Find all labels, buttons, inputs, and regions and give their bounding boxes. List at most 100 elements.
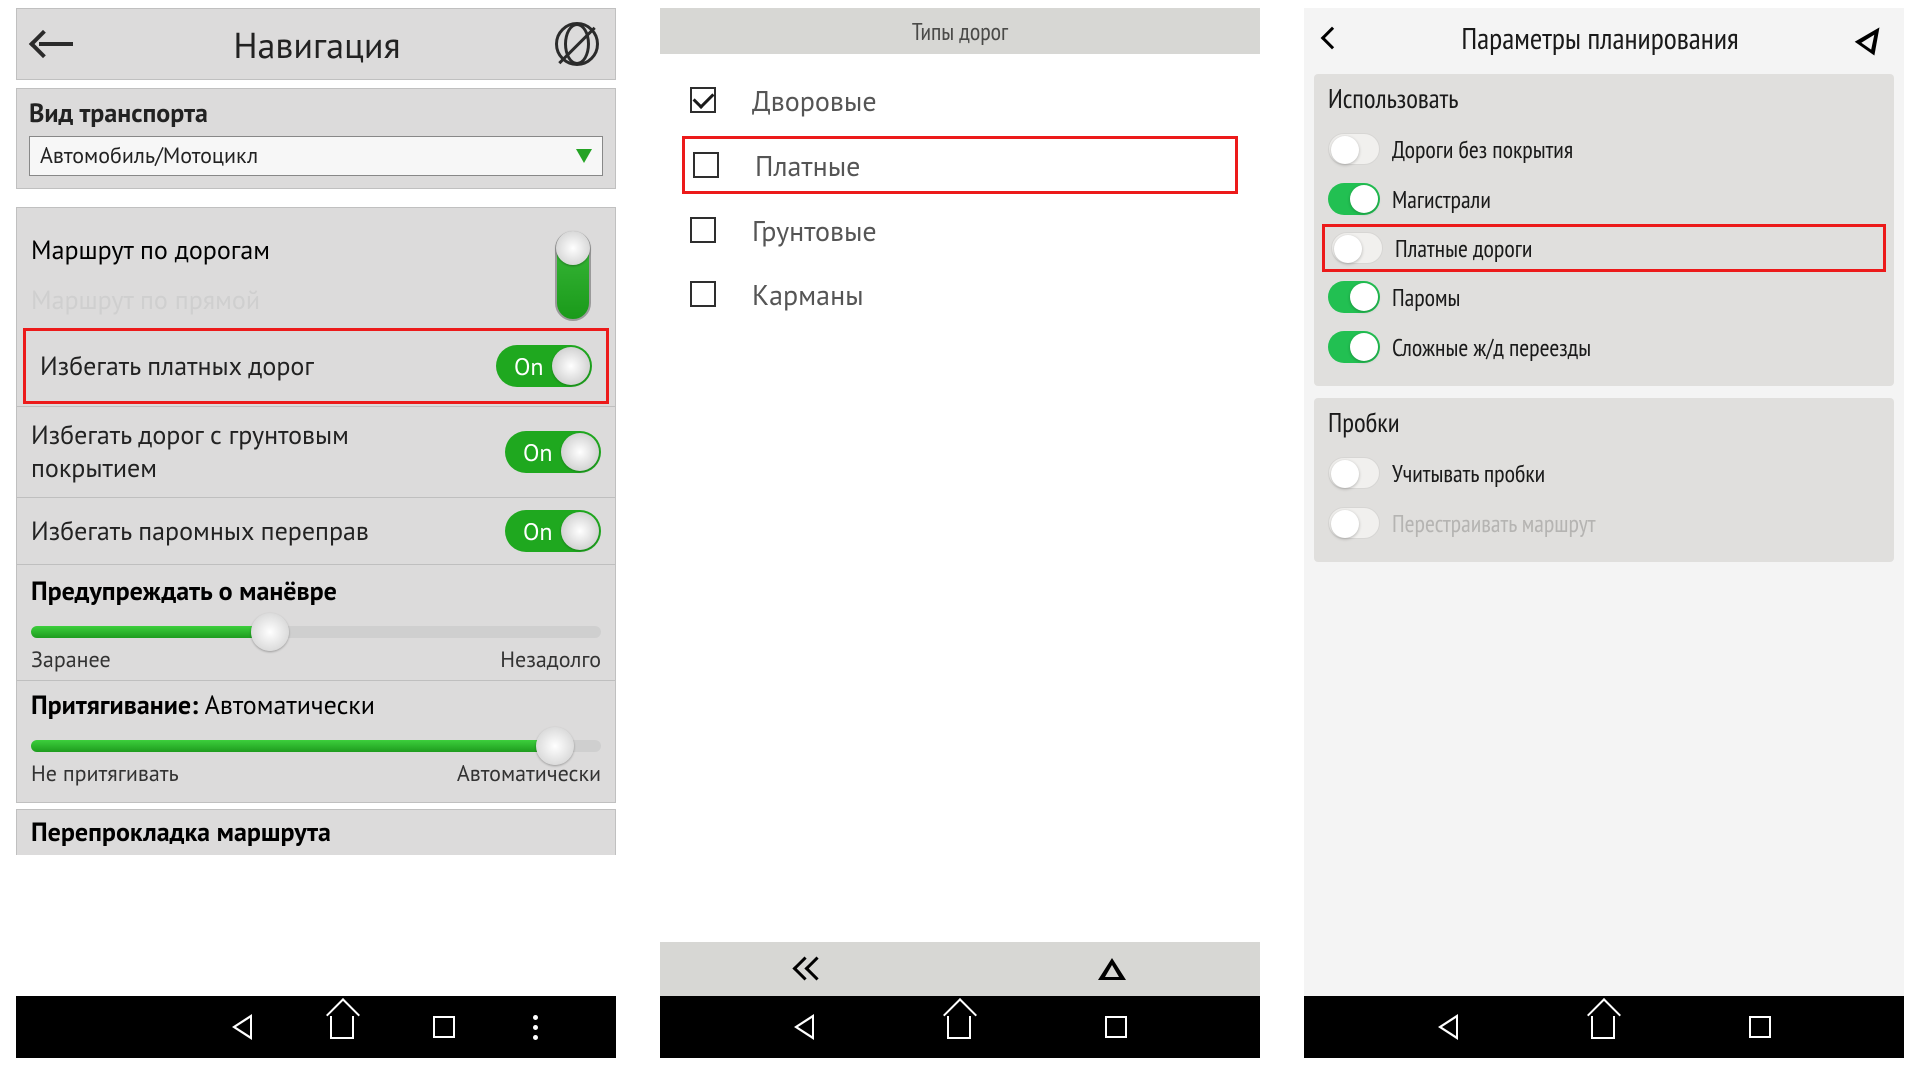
road-type-label: Карманы [752, 276, 864, 313]
avoid-ferry-label: Избегать паромных переправ [31, 515, 369, 548]
nav-back-icon[interactable] [1438, 1014, 1458, 1040]
nav-back-icon[interactable] [232, 1014, 252, 1040]
road-type-unpaved[interactable]: Грунтовые [690, 198, 1230, 262]
transport-dropdown[interactable]: Автомобиль/Мотоцикл [29, 136, 603, 176]
app-bottom-bar [660, 942, 1260, 996]
caret-down-icon [576, 149, 592, 163]
toggle-on-text: On [523, 516, 553, 547]
toggle [1328, 507, 1380, 539]
nav-recent-icon[interactable] [433, 1016, 455, 1038]
avoid-toll-label: Избегать платных дорог [40, 350, 314, 383]
avoid-ferry-toggle[interactable]: On [505, 510, 601, 552]
slider-knob[interactable] [536, 727, 574, 765]
opt-toll-highlight[interactable]: Платные дороги [1322, 224, 1886, 272]
phone-1-navigation: Навигация Вид транспорта Автомобиль/Мото… [16, 8, 616, 1058]
nav-back-icon[interactable] [794, 1014, 814, 1040]
toggle[interactable] [1328, 457, 1380, 489]
route-by-roads-label: Маршрут по дорогам [31, 226, 270, 276]
route-mode-row: Маршрут по дорогам Маршрут по прямой [17, 218, 615, 326]
snap-title: Притягивание: Автоматически [31, 689, 601, 722]
android-navbar [16, 996, 616, 1058]
opt-rail-crossings[interactable]: Сложные ж/д переезды [1328, 322, 1880, 372]
road-type-pockets[interactable]: Карманы [690, 262, 1230, 326]
checkbox-icon[interactable] [693, 152, 719, 178]
toggle[interactable] [1328, 183, 1380, 215]
toggle-on-text: On [514, 351, 544, 382]
snap-slider-section: Притягивание: Автоматически Не притягива… [17, 680, 615, 794]
back-arrow-icon[interactable] [33, 21, 79, 67]
opt-label: Паромы [1392, 282, 1460, 313]
nav-recent-icon[interactable] [1105, 1016, 1127, 1038]
checkbox-icon[interactable] [690, 87, 716, 113]
avoid-toll-toggle[interactable]: On [496, 345, 592, 387]
phone-2-road-types: Типы дорог Дворовые Платные Грунтовые Ка… [660, 8, 1260, 1058]
checkbox-icon[interactable] [690, 217, 716, 243]
toggle[interactable] [1328, 133, 1380, 165]
use-group-title: Использовать [1328, 82, 1880, 116]
nav-recent-icon[interactable] [1749, 1016, 1771, 1038]
route-mode-toggle[interactable] [555, 231, 591, 321]
opt-label: Учитывать пробки [1392, 458, 1545, 489]
toggle-knob [1331, 460, 1359, 488]
transport-section-title: Вид транспорта [29, 97, 603, 130]
opt-ferries[interactable]: Паромы [1328, 272, 1880, 322]
phone-3-planning-params: Параметры планирования Использовать Доро… [1304, 8, 1904, 1058]
maneuver-left-label: Заранее [31, 646, 111, 674]
globe-compass-icon[interactable] [555, 22, 599, 66]
toggle-knob [561, 512, 599, 550]
toggle-knob [552, 347, 590, 385]
snap-slider[interactable] [31, 740, 601, 752]
page-title: Навигация [79, 21, 555, 68]
header-bar: Типы дорог [660, 8, 1260, 54]
toggle[interactable] [1328, 281, 1380, 313]
opt-label: Платные дороги [1395, 233, 1532, 264]
avoid-toll-row-highlight: Избегать платных дорог On [23, 328, 609, 404]
header-bar: Навигация [16, 8, 616, 80]
maneuver-title: Предупреждать о манёвре [31, 575, 601, 608]
page-title: Типы дорог [912, 16, 1008, 47]
android-navbar [1304, 996, 1904, 1058]
route-settings-section: Маршрут по дорогам Маршрут по прямой Изб… [16, 207, 616, 803]
nav-menu-icon[interactable] [533, 1015, 538, 1040]
page-title: Параметры планирования [1340, 19, 1860, 58]
reroute-section-header: Перепрокладка маршрута [16, 809, 616, 855]
traffic-group: Пробки Учитывать пробки Перестраивать ма… [1314, 398, 1894, 562]
toggle-knob [556, 231, 590, 265]
maneuver-right-label: Незадолго [500, 646, 601, 674]
opt-label: Перестраивать маршрут [1392, 508, 1596, 539]
nav-home-icon[interactable] [947, 1016, 971, 1039]
slider-knob[interactable] [251, 613, 289, 651]
snap-right-label: Автоматически [457, 760, 601, 788]
opt-unpaved[interactable]: Дороги без покрытия [1328, 124, 1880, 174]
snap-title-value: Автоматически [205, 689, 375, 722]
road-type-toll-highlight[interactable]: Платные [682, 136, 1238, 194]
avoid-unpaved-toggle[interactable]: On [505, 431, 601, 473]
checkbox-icon[interactable] [690, 281, 716, 307]
toggle[interactable] [1328, 331, 1380, 363]
transport-section: Вид транспорта Автомобиль/Мотоцикл [16, 88, 616, 189]
toggle[interactable] [1331, 232, 1383, 264]
toggle-on-text: On [523, 437, 553, 468]
double-back-icon[interactable] [794, 954, 830, 984]
road-type-label: Дворовые [752, 82, 877, 119]
avoid-toll-row: Избегать платных дорог On [34, 341, 598, 391]
avoid-unpaved-row: Избегать дорог с грунтовым покрытием On [17, 406, 615, 497]
road-type-list: Дворовые Платные Грунтовые Карманы [660, 54, 1260, 340]
road-type-yard[interactable]: Дворовые [690, 68, 1230, 132]
transport-value: Автомобиль/Мотоцикл [40, 142, 258, 170]
road-type-label: Грунтовые [752, 212, 877, 249]
reroute-title: Перепрокладка маршрута [31, 816, 601, 849]
snap-left-label: Не притягивать [31, 760, 179, 788]
opt-consider-traffic[interactable]: Учитывать пробки [1328, 448, 1880, 498]
opt-highways[interactable]: Магистрали [1328, 174, 1880, 224]
toggle-knob [1334, 235, 1362, 263]
nav-home-icon[interactable] [330, 1016, 354, 1039]
nav-home-icon[interactable] [1591, 1016, 1615, 1039]
route-straight-label: Маршрут по прямой [31, 276, 270, 326]
slider-fill [31, 740, 555, 752]
maneuver-slider[interactable] [31, 626, 601, 638]
header-bar: Параметры планирования [1304, 8, 1904, 68]
toggle-knob [1350, 333, 1378, 361]
avoid-unpaved-label: Избегать дорог с грунтовым покрытием [31, 419, 391, 485]
nav-up-outline-icon[interactable] [1098, 958, 1126, 980]
